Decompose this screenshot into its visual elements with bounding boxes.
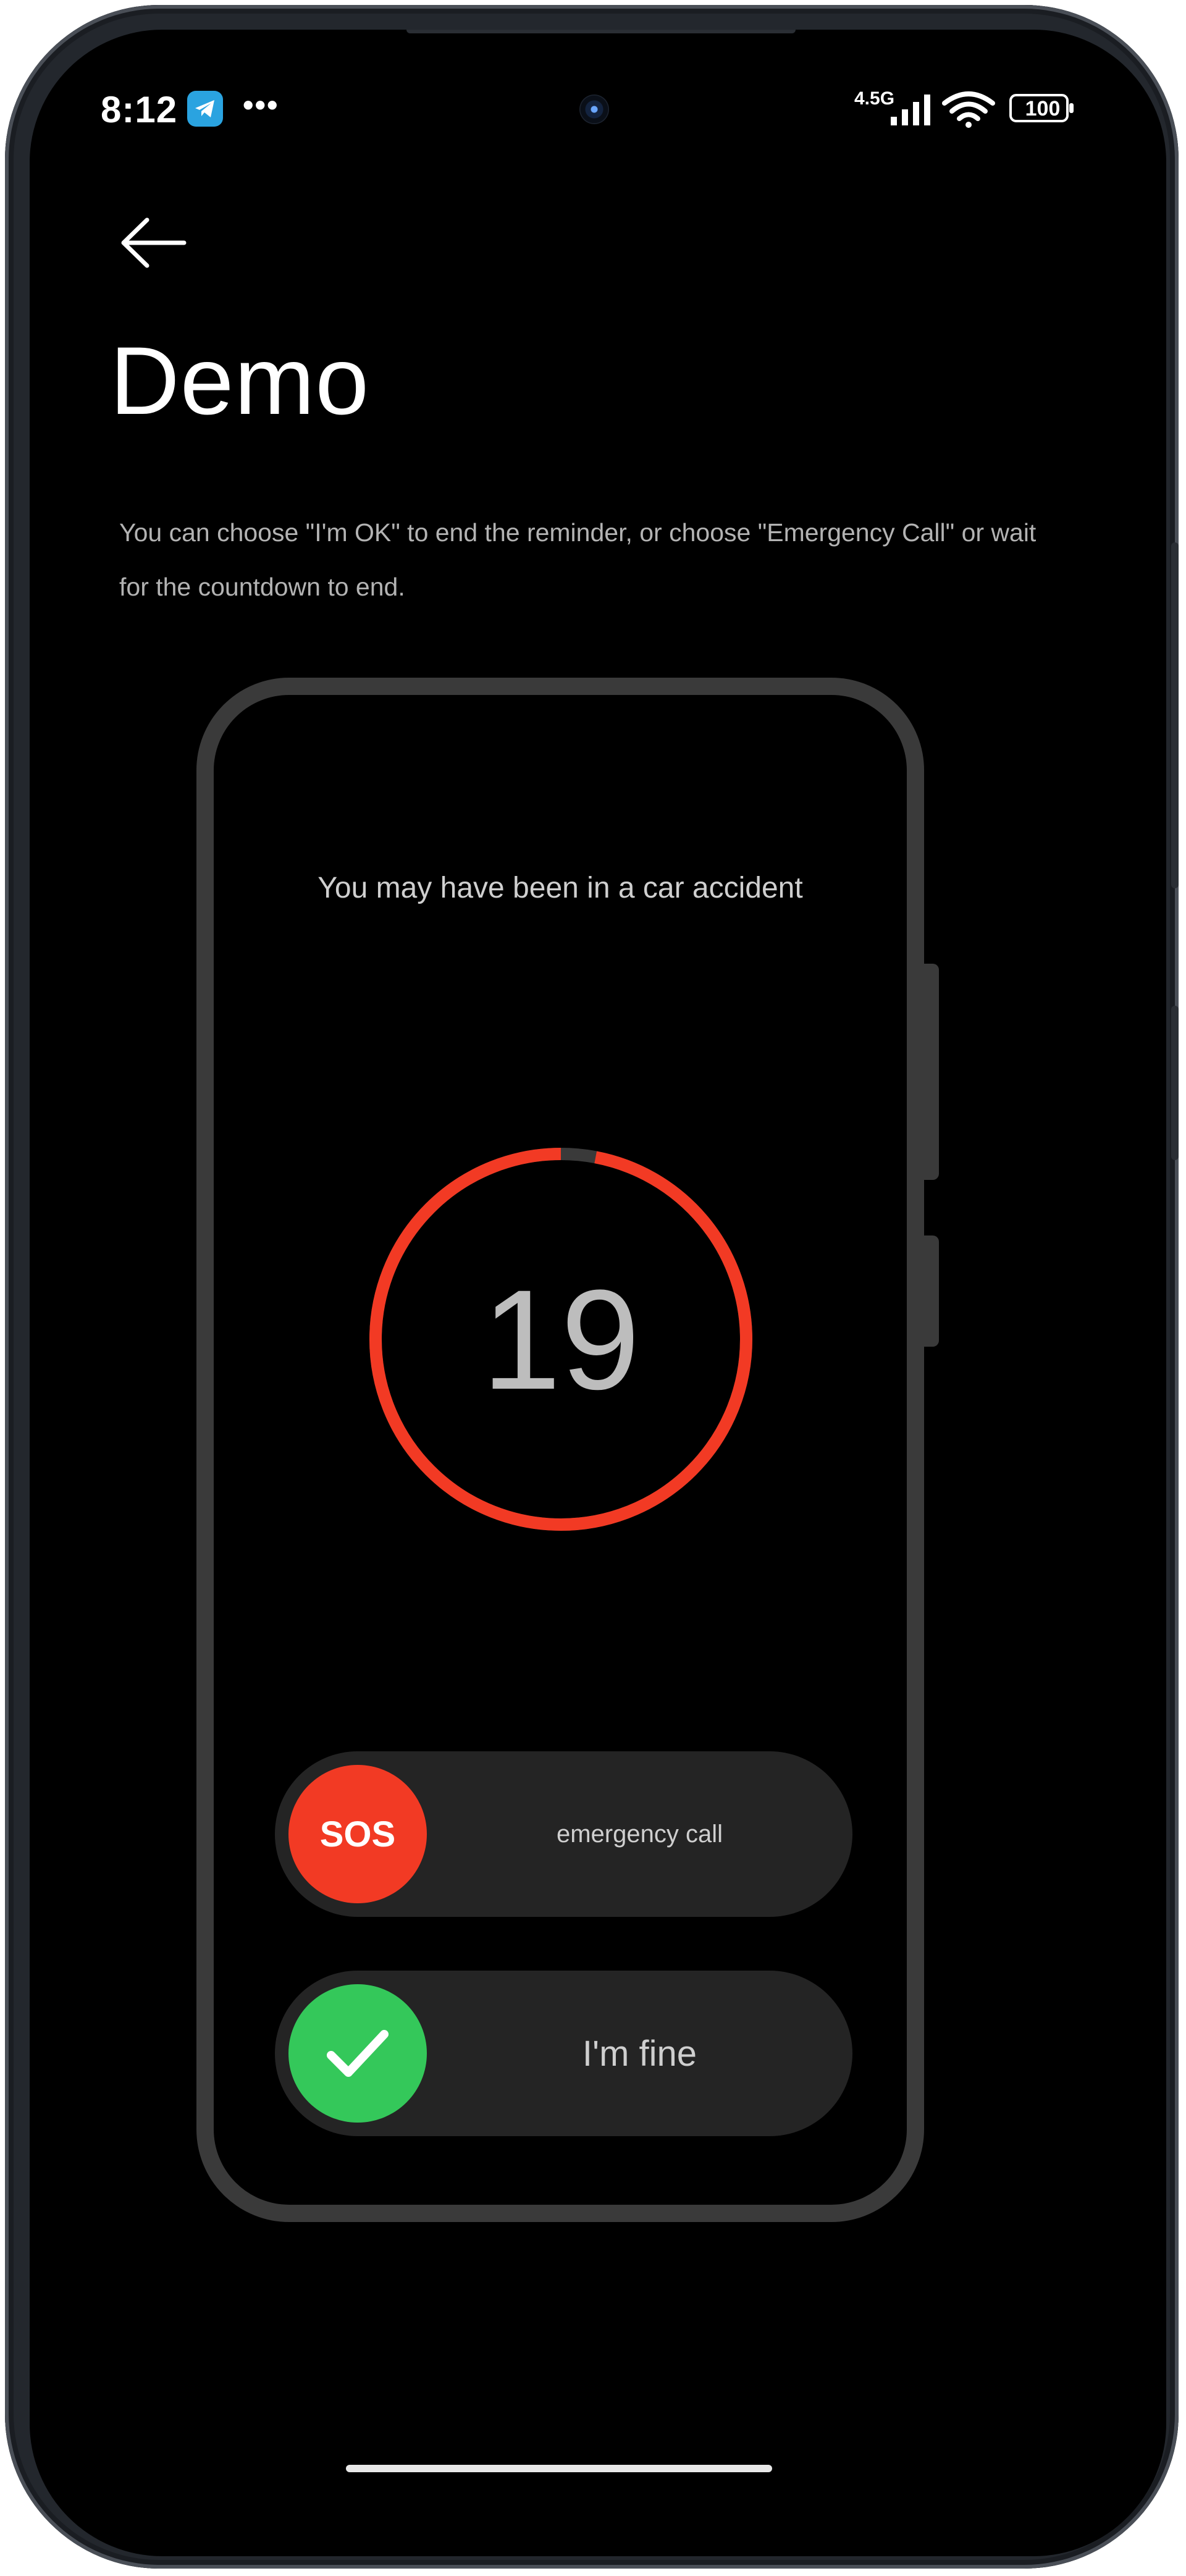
signal-icon	[891, 95, 930, 125]
im-fine-label: I'm fine	[427, 1971, 852, 2136]
top-edge	[406, 30, 796, 33]
front-camera	[579, 95, 609, 124]
volume-button	[1171, 1006, 1179, 1160]
demo-phone-side-button	[924, 964, 939, 1180]
accident-alert-text: You may have been in a car accident	[318, 872, 803, 904]
home-indicator[interactable]	[346, 2465, 772, 2472]
status-bar: 8:12 ••• 4.5G 100	[30, 88, 1166, 132]
power-button	[1171, 542, 1179, 888]
sos-knob[interactable]: SOS	[288, 1765, 427, 1903]
sos-label: SOS	[319, 1814, 396, 1854]
description-text: You can choose "I'm OK" to end the remin…	[119, 518, 1037, 601]
im-fine-text: I'm fine	[582, 2033, 697, 2074]
battery-level: 100	[1025, 97, 1061, 120]
demo-phone-side-button-small	[924, 1235, 939, 1347]
back-arrow-icon[interactable]	[116, 215, 190, 271]
emergency-call-text: emergency call	[556, 1820, 723, 1848]
check-icon	[327, 2030, 389, 2077]
im-fine-slider[interactable]: I'm fine	[275, 1971, 852, 2136]
check-knob[interactable]	[288, 1984, 427, 2123]
more-notifications-icon: •••	[243, 88, 279, 122]
status-time: 8:12	[101, 89, 178, 130]
page-title: Demo	[110, 327, 370, 435]
network-type: 4.5G	[854, 88, 895, 109]
telegram-icon	[187, 91, 223, 127]
emergency-call-label: emergency call	[427, 1751, 852, 1917]
wifi-icon	[942, 91, 995, 128]
countdown-number: 19	[482, 1260, 640, 1419]
emergency-call-slider[interactable]: SOS emergency call	[275, 1751, 852, 1917]
